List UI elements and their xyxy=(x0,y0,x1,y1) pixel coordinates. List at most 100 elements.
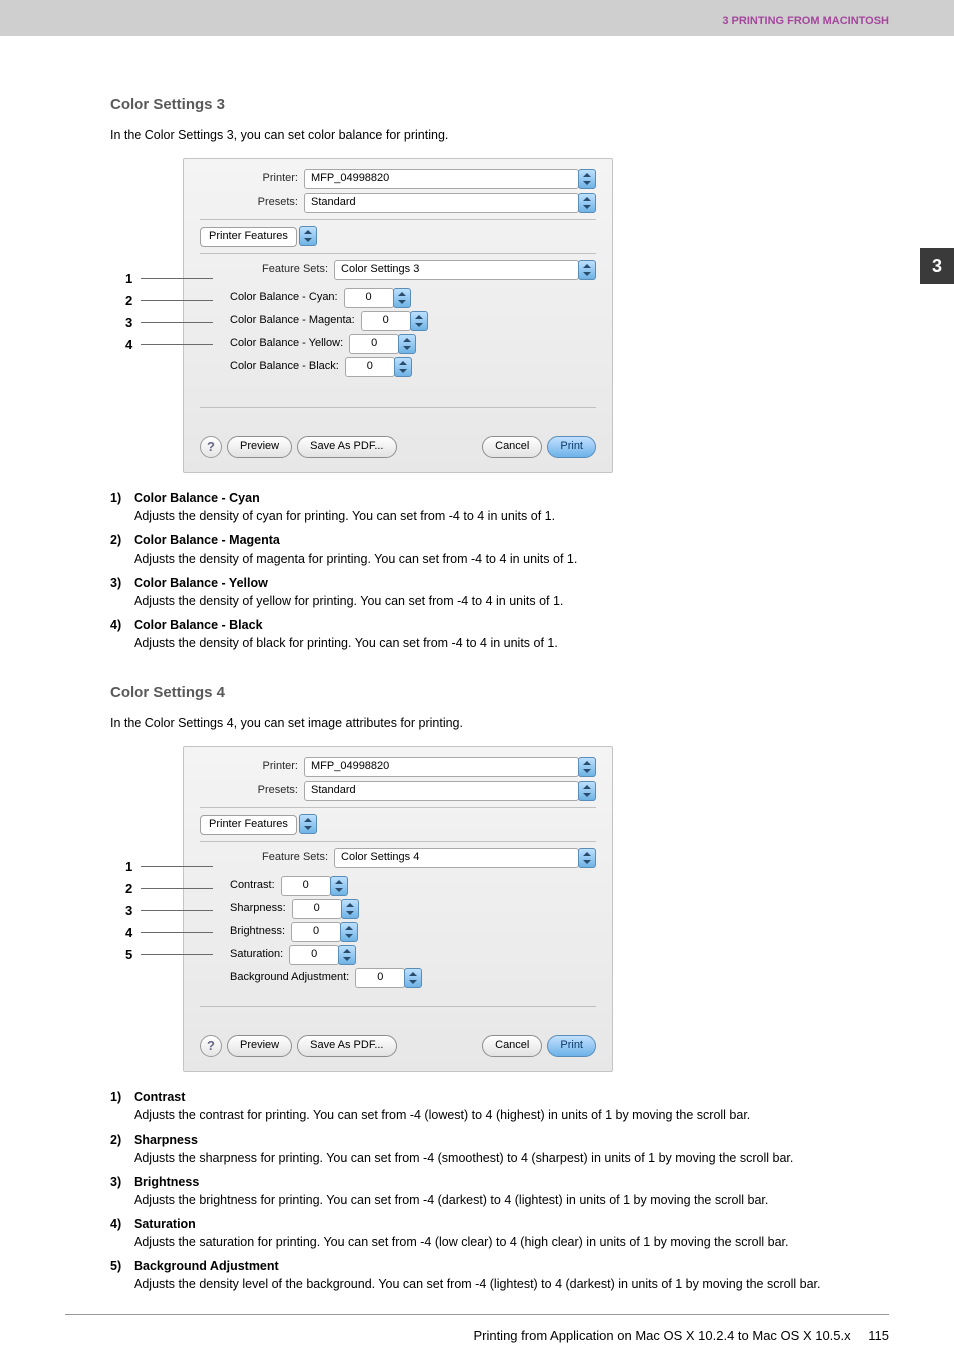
section1-callouts: 1 2 3 4 xyxy=(125,158,183,473)
printer-stepper-icon[interactable] xyxy=(578,757,596,777)
featuresets-select[interactable]: Color Settings 3 xyxy=(334,260,579,280)
callout-5: 5 xyxy=(125,946,132,965)
item-title: Sharpness xyxy=(134,1131,793,1149)
presets-stepper-icon[interactable] xyxy=(578,781,596,801)
item-desc: Adjusts the saturation for printing. You… xyxy=(134,1235,789,1249)
callout-1: 1 xyxy=(125,858,132,877)
presets-label: Presets: xyxy=(200,783,304,799)
item-desc: Adjusts the density of black for printin… xyxy=(134,636,558,650)
callout-2: 2 xyxy=(125,292,132,311)
yellow-stepper-icon[interactable] xyxy=(398,334,416,354)
callout-1: 1 xyxy=(125,270,132,289)
bgadj-stepper-icon[interactable] xyxy=(404,968,422,988)
black-label: Color Balance - Black: xyxy=(230,359,339,375)
item-title: Saturation xyxy=(134,1215,789,1233)
help-button[interactable]: ? xyxy=(200,1035,222,1057)
section2-intro: In the Color Settings 4, you can set ima… xyxy=(110,714,889,732)
printer-features-tab[interactable]: Printer Features xyxy=(200,815,297,835)
magenta-stepper-icon[interactable] xyxy=(410,311,428,331)
featuresets-stepper-icon[interactable] xyxy=(578,260,596,280)
cancel-button[interactable]: Cancel xyxy=(482,436,542,458)
printer-select[interactable]: MFP_04998820 xyxy=(304,757,579,777)
item-desc: Adjusts the density level of the backgro… xyxy=(134,1277,820,1291)
bgadj-value[interactable]: 0 xyxy=(355,968,405,988)
help-button[interactable]: ? xyxy=(200,436,222,458)
presets-label: Presets: xyxy=(200,195,304,211)
tab-stepper-icon[interactable] xyxy=(299,814,317,834)
printer-label: Printer: xyxy=(200,171,304,187)
item-desc: Adjusts the brightness for printing. You… xyxy=(134,1193,768,1207)
section1-title: Color Settings 3 xyxy=(110,94,889,116)
saturation-stepper-icon[interactable] xyxy=(338,945,356,965)
cyan-stepper-icon[interactable] xyxy=(393,288,411,308)
printer-stepper-icon[interactable] xyxy=(578,169,596,189)
section2-callouts: 1 2 3 4 5 xyxy=(125,746,183,1072)
presets-select[interactable]: Standard xyxy=(304,781,579,801)
chapter-tab: 3 xyxy=(920,248,954,284)
featuresets-label: Feature Sets: xyxy=(262,850,328,866)
item-desc: Adjusts the sharpness for printing. You … xyxy=(134,1151,793,1165)
yellow-value[interactable]: 0 xyxy=(349,334,399,354)
black-stepper-icon[interactable] xyxy=(394,357,412,377)
brightness-value[interactable]: 0 xyxy=(291,922,341,942)
page-footer: Printing from Application on Mac OS X 10… xyxy=(65,1314,889,1346)
contrast-stepper-icon[interactable] xyxy=(330,876,348,896)
bgadj-label: Background Adjustment: xyxy=(230,970,349,986)
cyan-label: Color Balance - Cyan: xyxy=(230,290,338,306)
callout-4: 4 xyxy=(125,336,132,355)
saturation-value[interactable]: 0 xyxy=(289,945,339,965)
black-value[interactable]: 0 xyxy=(345,357,395,377)
contrast-value[interactable]: 0 xyxy=(281,876,331,896)
contrast-label: Contrast: xyxy=(230,878,275,894)
magenta-label: Color Balance - Magenta: xyxy=(230,313,355,329)
item-title: Brightness xyxy=(134,1173,768,1191)
item-title: Color Balance - Magenta xyxy=(134,531,577,549)
saturation-label: Saturation: xyxy=(230,947,283,963)
sharpness-label: Sharpness: xyxy=(230,901,286,917)
callout-3: 3 xyxy=(125,314,132,333)
section2-title: Color Settings 4 xyxy=(110,682,889,704)
item-title: Background Adjustment xyxy=(134,1257,820,1275)
page-number: 115 xyxy=(868,1327,889,1346)
tab-stepper-icon[interactable] xyxy=(299,226,317,246)
section1-description-list: 1)Color Balance - CyanAdjusts the densit… xyxy=(110,489,889,652)
item-title: Color Balance - Cyan xyxy=(134,489,555,507)
cyan-value[interactable]: 0 xyxy=(344,288,394,308)
callout-2: 2 xyxy=(125,880,132,899)
section2-description-list: 1)ContrastAdjusts the contrast for print… xyxy=(110,1088,889,1293)
item-title: Contrast xyxy=(134,1088,750,1106)
yellow-label: Color Balance - Yellow: xyxy=(230,336,343,352)
sharpness-value[interactable]: 0 xyxy=(292,899,342,919)
save-as-pdf-button[interactable]: Save As PDF... xyxy=(297,436,396,458)
section-header: 3 PRINTING FROM MACINTOSH xyxy=(65,0,889,44)
print-dialog-2: Printer: MFP_04998820 Presets: Standard … xyxy=(183,746,613,1072)
brightness-stepper-icon[interactable] xyxy=(340,922,358,942)
brightness-label: Brightness: xyxy=(230,924,285,940)
cancel-button[interactable]: Cancel xyxy=(482,1035,542,1057)
item-desc: Adjusts the contrast for printing. You c… xyxy=(134,1108,750,1122)
footer-text: Printing from Application on Mac OS X 10… xyxy=(473,1328,850,1343)
print-button[interactable]: Print xyxy=(547,436,596,458)
preview-button[interactable]: Preview xyxy=(227,436,292,458)
printer-select[interactable]: MFP_04998820 xyxy=(304,169,579,189)
preview-button[interactable]: Preview xyxy=(227,1035,292,1057)
print-button[interactable]: Print xyxy=(547,1035,596,1057)
magenta-value[interactable]: 0 xyxy=(361,311,411,331)
presets-stepper-icon[interactable] xyxy=(578,193,596,213)
print-dialog-1: Printer: MFP_04998820 Presets: Standard … xyxy=(183,158,613,473)
printer-label: Printer: xyxy=(200,759,304,775)
callout-4: 4 xyxy=(125,924,132,943)
save-as-pdf-button[interactable]: Save As PDF... xyxy=(297,1035,396,1057)
presets-select[interactable]: Standard xyxy=(304,193,579,213)
item-desc: Adjusts the density of cyan for printing… xyxy=(134,509,555,523)
section1-intro: In the Color Settings 3, you can set col… xyxy=(110,126,889,144)
item-desc: Adjusts the density of yellow for printi… xyxy=(134,594,563,608)
featuresets-select[interactable]: Color Settings 4 xyxy=(334,848,579,868)
item-desc: Adjusts the density of magenta for print… xyxy=(134,552,577,566)
callout-3: 3 xyxy=(125,902,132,921)
sharpness-stepper-icon[interactable] xyxy=(341,899,359,919)
featuresets-stepper-icon[interactable] xyxy=(578,848,596,868)
featuresets-label: Feature Sets: xyxy=(262,262,328,278)
item-title: Color Balance - Yellow xyxy=(134,574,563,592)
printer-features-tab[interactable]: Printer Features xyxy=(200,227,297,247)
